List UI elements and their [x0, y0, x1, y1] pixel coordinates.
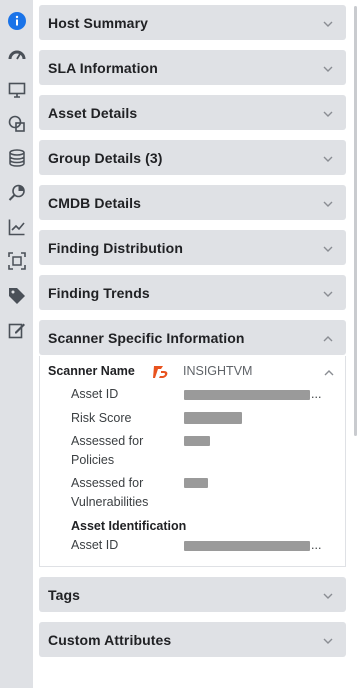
risk-score-label: Risk Score [71, 411, 132, 425]
panel-title: Scanner Specific Information [48, 329, 245, 346]
truncation-ellipsis: ... [311, 538, 322, 552]
chevron-down-icon [322, 197, 334, 209]
panel-title: Finding Distribution [48, 239, 183, 256]
panel-title: Asset Details [48, 104, 138, 121]
asset-id-label: Asset ID [71, 387, 119, 401]
assessed-for-policies-label-line1: Assessed for [71, 434, 144, 448]
asset-identification-asset-id-label: Asset ID [71, 538, 119, 552]
asset-identification-heading: Asset Identification [71, 519, 187, 533]
panel-host-summary[interactable]: Host Summary [39, 5, 346, 40]
panel-tags[interactable]: Tags [39, 577, 346, 612]
chevron-down-icon [322, 589, 334, 601]
left-icon-rail [0, 0, 33, 688]
chevron-down-icon [322, 287, 334, 299]
scanner-name-label: Scanner Name [48, 364, 135, 378]
assessed-for-vulnerabilities-label-line1: Assessed for [71, 476, 144, 490]
chevron-down-icon [322, 107, 334, 119]
panel-finding-trends[interactable]: Finding Trends [39, 275, 346, 310]
chevron-down-icon [322, 17, 334, 29]
redacted-value [184, 390, 310, 400]
redacted-value [184, 478, 208, 488]
panel-title: Host Summary [48, 14, 149, 31]
panel-title: Finding Trends [48, 284, 150, 301]
edit-icon[interactable] [5, 318, 29, 342]
monitor-icon[interactable] [5, 78, 29, 102]
gauge-icon[interactable] [5, 43, 29, 67]
assessed-for-policies-label-line2: Policies [71, 453, 115, 467]
panel-custom-attributes[interactable]: Custom Attributes [39, 622, 346, 657]
chevron-up-icon[interactable] [323, 366, 335, 378]
assessed-for-vulnerabilities-label-line2: Vulnerabilities [71, 495, 149, 509]
panel-title: Custom Attributes [48, 631, 172, 648]
chevron-down-icon [322, 62, 334, 74]
tag-icon[interactable] [5, 284, 29, 308]
insightvm-logo-icon [153, 365, 169, 379]
chevron-down-icon [322, 242, 334, 254]
redacted-value [184, 436, 210, 446]
panel-cmdb-details[interactable]: CMDB Details [39, 185, 346, 220]
panel-asset-details[interactable]: Asset Details [39, 95, 346, 130]
line-chart-icon[interactable] [5, 215, 29, 239]
panel-title: SLA Information [48, 59, 158, 76]
panel-scanner-specific-information[interactable]: Scanner Specific Information [39, 320, 346, 355]
panel-sla-information[interactable]: SLA Information [39, 50, 346, 85]
scanner-specific-information-body: Scanner Name INSIGHTVM Asset ID ... Risk… [39, 356, 346, 567]
chevron-down-icon [322, 634, 334, 646]
info-icon[interactable] [5, 9, 29, 33]
scan-frame-icon[interactable] [5, 249, 29, 273]
panel-title: Group Details (3) [48, 149, 163, 166]
panel-title: CMDB Details [48, 194, 141, 211]
chevron-down-icon [322, 152, 334, 164]
database-icon[interactable] [5, 146, 29, 170]
scanner-name-value: INSIGHTVM [183, 364, 253, 378]
scrollbar[interactable] [353, 0, 357, 688]
redacted-value [184, 541, 310, 551]
panel-title: Tags [48, 586, 81, 603]
truncation-ellipsis: ... [311, 387, 322, 401]
panel-finding-distribution[interactable]: Finding Distribution [39, 230, 346, 265]
overlap-shapes-icon[interactable] [5, 112, 29, 136]
search-chart-icon[interactable] [5, 181, 29, 205]
redacted-value [184, 412, 242, 424]
chevron-up-icon [322, 332, 334, 344]
panel-group-details[interactable]: Group Details (3) [39, 140, 346, 175]
